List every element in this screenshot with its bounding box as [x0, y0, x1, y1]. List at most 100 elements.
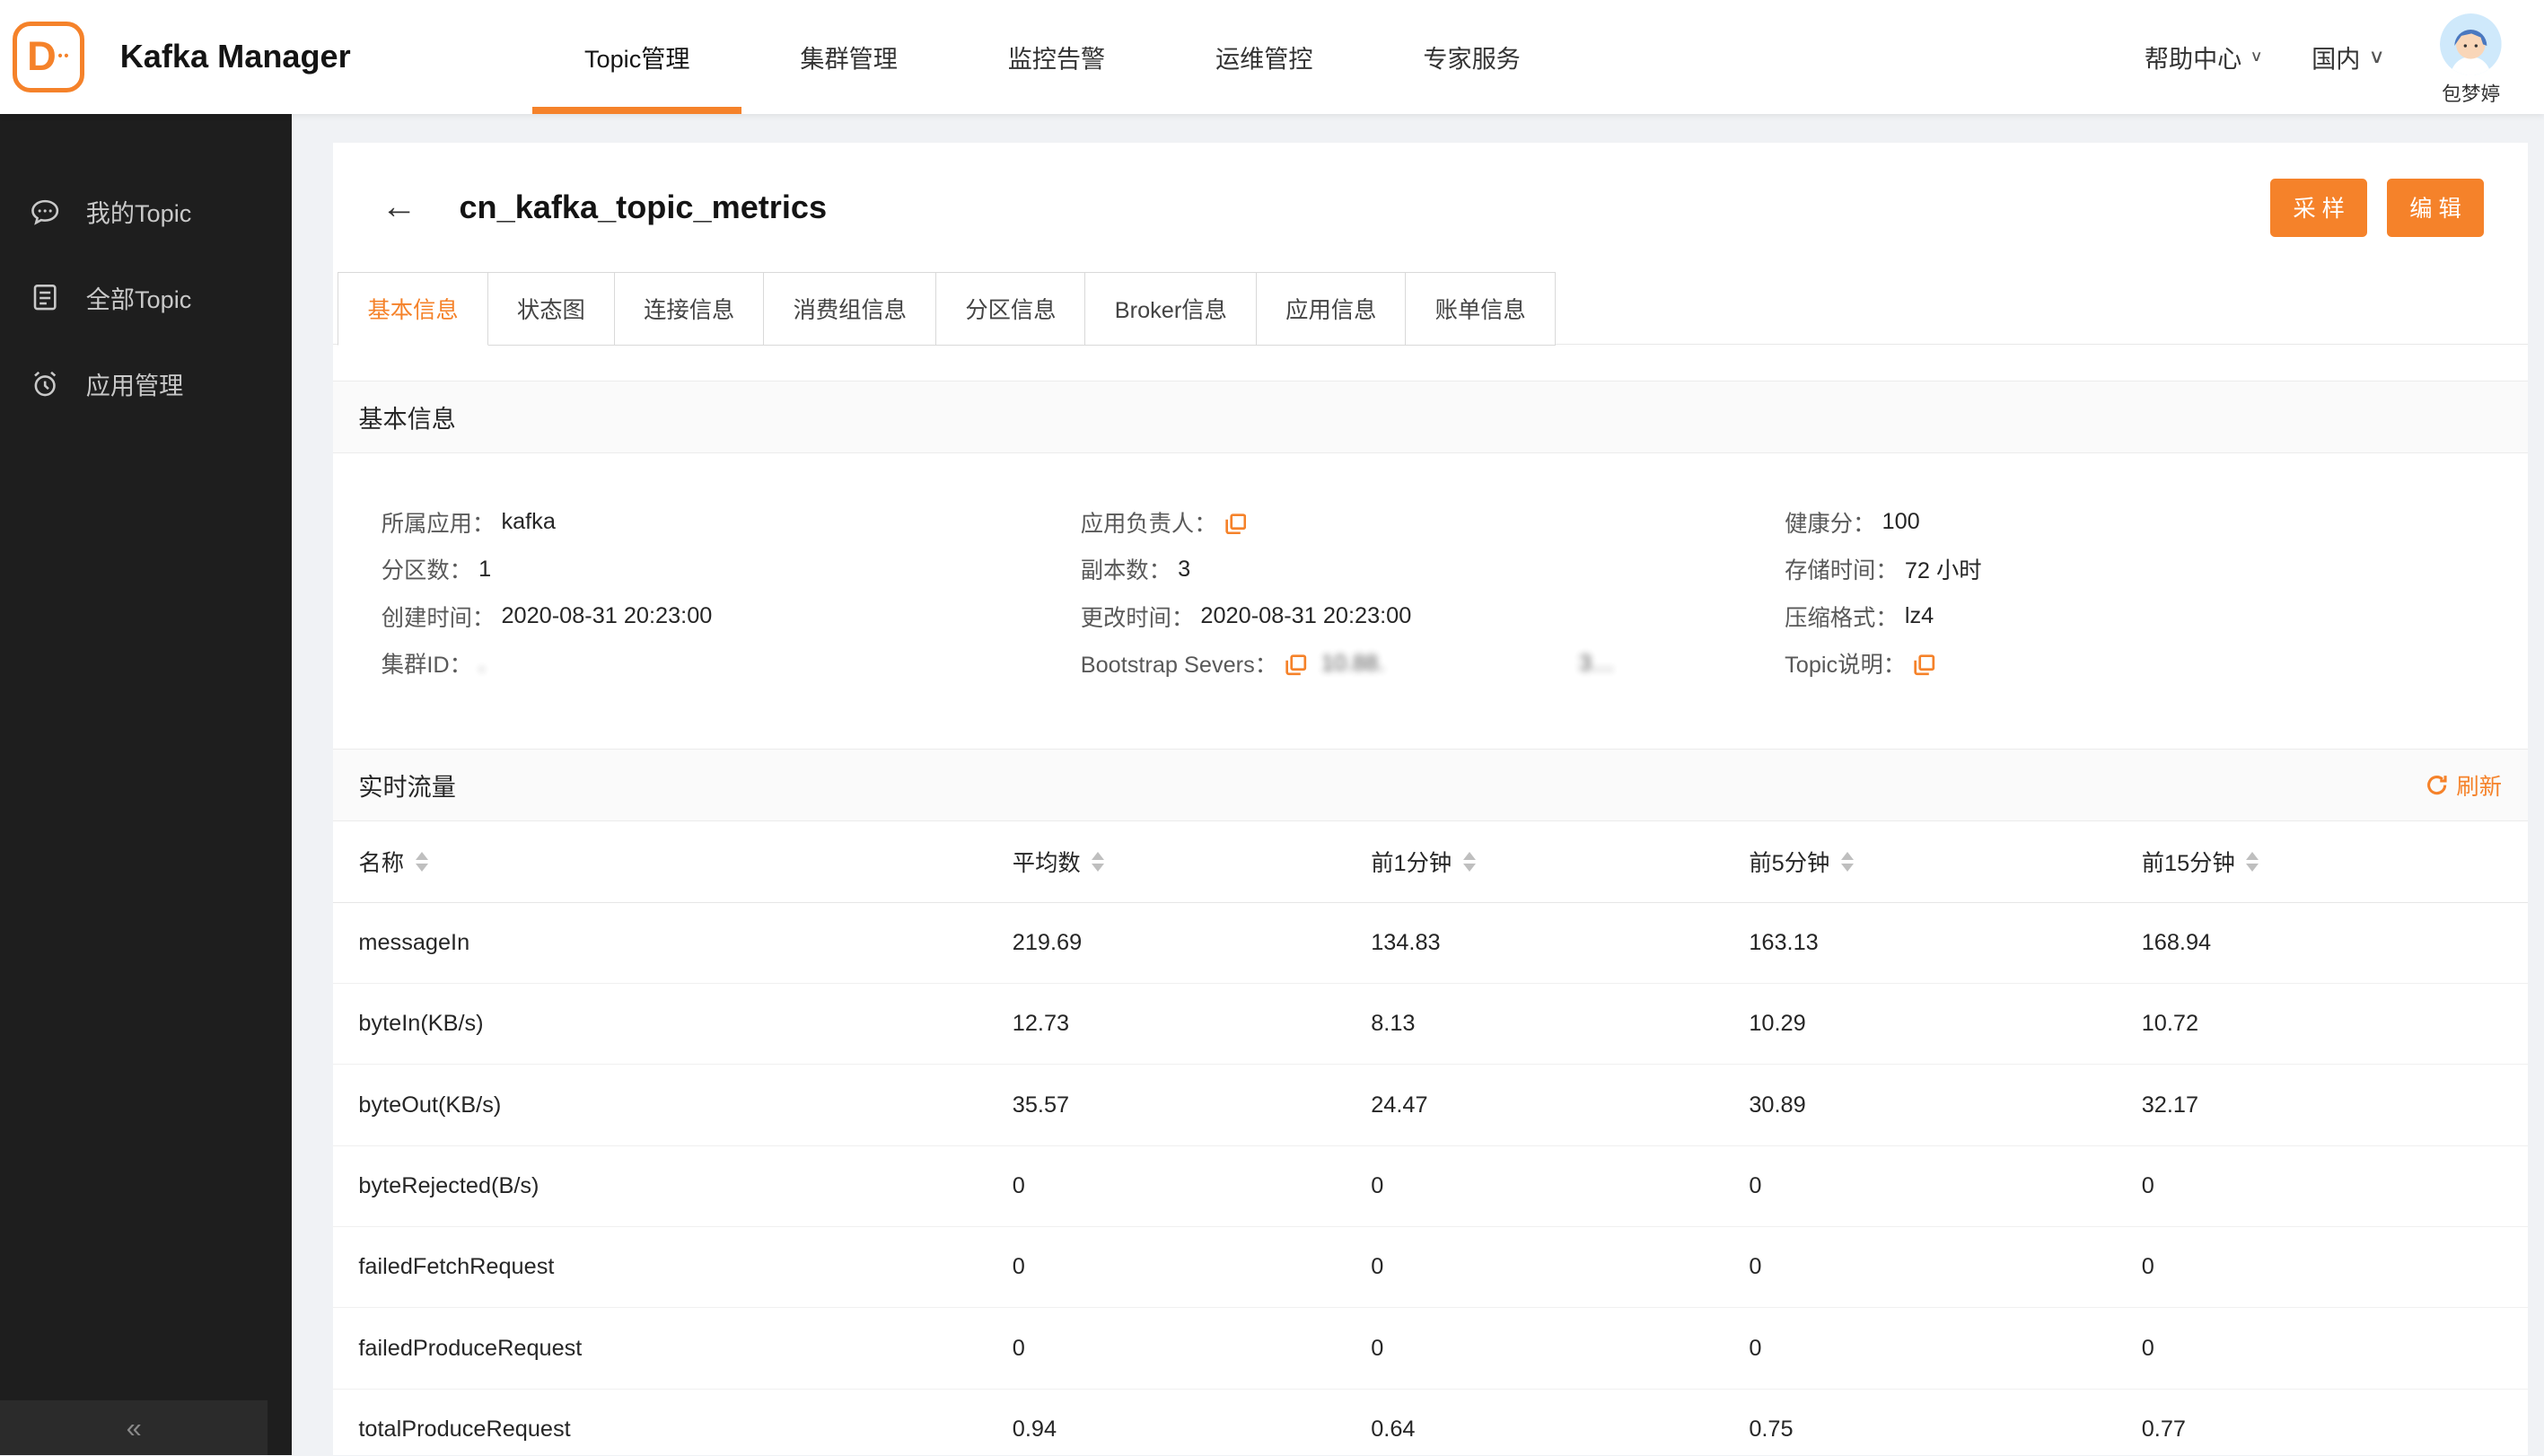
- metric-1min: 134.83: [1371, 929, 1441, 955]
- table-row: failedFetchRequest 0 0 0 0: [332, 1227, 2528, 1309]
- tab-consumer-group-info[interactable]: 消费组信息: [763, 272, 937, 346]
- info-field-compression: 压缩格式： lz4: [1785, 603, 1934, 631]
- metric-15min: 0: [2141, 1254, 2154, 1280]
- sidebar-item-app-manage[interactable]: 应用管理: [0, 341, 292, 427]
- info-field-owner: 应用负责人：: [1081, 499, 1785, 546]
- tab-bill-info[interactable]: 账单信息: [1405, 272, 1557, 346]
- info-field-app: 所属应用： kafka: [381, 509, 556, 537]
- sidebar-item-label: 应用管理: [85, 371, 184, 399]
- chat-bubble-icon: [31, 199, 58, 225]
- metric-avg: 219.69: [1012, 929, 1083, 955]
- metric-5min: 0: [1749, 1254, 1762, 1280]
- info-field-health: 健康分： 100: [1785, 509, 1920, 537]
- tab-status-chart[interactable]: 状态图: [487, 272, 616, 346]
- metric-1min: 8.13: [1371, 1011, 1416, 1037]
- title-row: ← cn_kafka_topic_metrics 采 样 编 辑: [333, 143, 2528, 259]
- sort-icon: [2246, 852, 2259, 872]
- column-header-15min[interactable]: 前15分钟: [2142, 846, 2528, 878]
- table-row: totalProduceRequest 0.94 0.64 0.75 0.77: [333, 1390, 2528, 1455]
- info-field-topic-description: Topic说明：: [1785, 640, 2528, 687]
- basic-info-grid: 所属应用： kafka 应用负责人： 健康分： 100 分区数： 1 副本数： …: [333, 453, 2528, 729]
- title-actions: 采 样 编 辑: [2270, 178, 2485, 237]
- nav-monitor-alert[interactable]: 监控告警: [956, 0, 1157, 114]
- column-header-avg[interactable]: 平均数: [1013, 846, 1371, 878]
- metric-1min: 0: [1371, 1335, 1384, 1361]
- table-row: byteOut(KB/s) 35.57 24.47 30.89 32.17: [332, 1065, 2528, 1146]
- metric-15min: 10.72: [2141, 1011, 2199, 1037]
- metric-5min: 0.75: [1749, 1417, 1794, 1443]
- sidebar-collapse-button[interactable]: «: [0, 1399, 268, 1456]
- column-label: 前5分钟: [1749, 851, 1830, 876]
- back-button[interactable]: ←: [382, 189, 417, 225]
- sidebar-item-my-topic[interactable]: 我的Topic: [0, 169, 292, 255]
- help-center-link[interactable]: 帮助中心 ∨: [2145, 39, 2263, 75]
- metric-avg: 0: [1012, 1172, 1025, 1198]
- topic-detail-card: ← cn_kafka_topic_metrics 采 样 编 辑 基本信息 状态…: [332, 143, 2528, 1456]
- help-center-label: 帮助中心: [2144, 44, 2242, 73]
- info-field-bootstrap-servers: Bootstrap Severs： 10.88. 3…: [1080, 650, 1615, 679]
- detail-tabs: 基本信息 状态图 连接信息 消费组信息 分区信息 Broker信息 应用信息 账…: [332, 272, 2528, 346]
- column-header-name[interactable]: 名称: [333, 846, 1013, 878]
- section-title: 基本信息: [358, 404, 456, 433]
- refresh-button[interactable]: 刷新: [2426, 769, 2502, 802]
- table-header-row: 名称 平均数 前1分钟 前5分钟 前15分钟: [332, 821, 2528, 903]
- document-icon: [33, 285, 57, 311]
- main-content: ← cn_kafka_topic_metrics 采 样 编 辑 基本信息 状态…: [292, 113, 2544, 1456]
- tab-partition-info[interactable]: 分区信息: [934, 272, 1087, 346]
- refresh-icon: [2427, 776, 2447, 795]
- metric-name: totalProduceRequest: [358, 1417, 571, 1443]
- collapse-icon: «: [126, 1411, 142, 1443]
- metric-1min: 0: [1371, 1254, 1384, 1280]
- copy-icon[interactable]: [1914, 654, 1935, 676]
- sidebar-item-all-topic[interactable]: 全部Topic: [0, 255, 292, 341]
- metric-15min: 0.77: [2141, 1417, 2186, 1443]
- tab-connection-info[interactable]: 连接信息: [613, 272, 765, 346]
- avatar[interactable]: [2440, 13, 2503, 75]
- copy-icon[interactable]: [1224, 513, 1246, 535]
- nav-ops-control[interactable]: 运维管控: [1163, 0, 1364, 114]
- info-field-replicas: 副本数： 3: [1080, 556, 1191, 584]
- metric-name: failedProduceRequest: [358, 1335, 583, 1361]
- metric-5min: 0: [1749, 1172, 1762, 1198]
- sidebar-item-label: 我的Topic: [85, 199, 192, 228]
- tab-app-info[interactable]: 应用信息: [1255, 272, 1407, 346]
- section-title: 实时流量: [358, 773, 456, 802]
- column-header-5min[interactable]: 前5分钟: [1749, 846, 2141, 878]
- alarm-icon: [33, 372, 56, 397]
- tab-basic-info[interactable]: 基本信息: [337, 272, 489, 346]
- table-row: byteRejected(B/s) 0 0 0 0: [332, 1146, 2528, 1228]
- top-nav: Topic管理 集群管理 监控告警 运维管控 专家服务: [532, 0, 1572, 114]
- info-field-partitions: 分区数： 1: [381, 556, 492, 584]
- sort-icon: [1092, 852, 1105, 872]
- user-block: 包梦婷: [2440, 13, 2503, 106]
- metric-15min: 168.94: [2141, 929, 2212, 955]
- metric-5min: 10.29: [1749, 1011, 1806, 1037]
- edit-button[interactable]: 编 辑: [2386, 178, 2485, 237]
- nav-expert-service[interactable]: 专家服务: [1372, 0, 1573, 114]
- metric-name: failedFetchRequest: [358, 1254, 555, 1280]
- nav-cluster-manage[interactable]: 集群管理: [749, 0, 950, 114]
- realtime-table: 名称 平均数 前1分钟 前5分钟 前15分钟 messageIn 219.69 …: [332, 821, 2528, 1455]
- nav-topic-manage[interactable]: Topic管理: [532, 0, 742, 114]
- tab-broker-info[interactable]: Broker信息: [1084, 272, 1258, 346]
- metric-15min: 0: [2141, 1335, 2154, 1361]
- copy-icon[interactable]: [1285, 654, 1307, 676]
- metric-1min: 0.64: [1371, 1417, 1416, 1443]
- chevron-down-icon: ∨: [2250, 48, 2263, 66]
- metric-5min: 30.89: [1749, 1092, 1806, 1118]
- chevron-down-icon: ∨: [2368, 46, 2385, 68]
- metric-name: byteRejected(B/s): [358, 1172, 540, 1198]
- column-header-1min[interactable]: 前1分钟: [1371, 846, 1749, 878]
- metric-avg: 12.73: [1012, 1011, 1070, 1037]
- table-row: messageIn 219.69 134.83 163.13 168.94: [332, 903, 2528, 985]
- info-field-create-time: 创建时间： 2020-08-31 20:23:00: [381, 603, 713, 631]
- sample-button[interactable]: 采 样: [2270, 178, 2368, 237]
- metric-avg: 0.94: [1012, 1417, 1057, 1443]
- region-select[interactable]: 国内 ∨: [2312, 39, 2385, 75]
- info-field-retention: 存储时间： 72 小时: [1785, 558, 1982, 584]
- sidebar-item-label: 全部Topic: [85, 285, 192, 314]
- metric-1min: 0: [1371, 1172, 1384, 1198]
- metric-name: byteIn(KB/s): [358, 1011, 484, 1037]
- sort-icon: [1840, 852, 1854, 872]
- metric-1min: 24.47: [1371, 1092, 1428, 1118]
